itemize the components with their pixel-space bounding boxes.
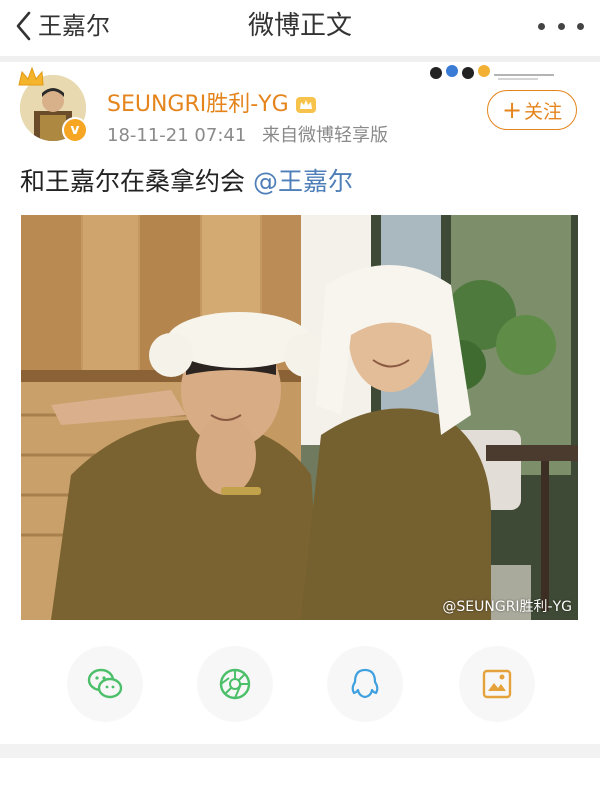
follow-button[interactable]: + 关注 (487, 90, 577, 130)
decorative-sticker-icon (430, 65, 554, 80)
page-title: 微博正文 (247, 11, 352, 41)
share-moments-button[interactable] (197, 646, 273, 722)
follow-label: 关注 (524, 100, 563, 123)
more-dot-icon (577, 22, 584, 30)
qq-icon (351, 668, 379, 699)
vip-crown-icon (295, 97, 316, 113)
photo-watermark: @SEUNGRI胜利-YG (442, 599, 572, 615)
more-options-button[interactable] (538, 12, 584, 40)
share-row (0, 646, 600, 722)
post-text-body: 和王嘉尔在桑拿约会 (20, 167, 246, 196)
share-qq-button[interactable] (327, 646, 403, 722)
wechat-icon (87, 668, 123, 699)
more-dot-icon (538, 22, 545, 30)
verified-badge-icon: v (62, 117, 88, 143)
avatar[interactable]: v (18, 66, 88, 143)
save-image-button[interactable] (459, 646, 535, 722)
moments-icon (219, 668, 251, 700)
post-text: 和王嘉尔在桑拿约会 @王嘉尔 (20, 167, 353, 197)
username-row[interactable]: SEUNGRI胜利-YG (107, 92, 317, 118)
post-photo[interactable]: @SEUNGRI胜利-YG (21, 215, 578, 620)
share-wechat-button[interactable] (67, 646, 143, 722)
crown-icon (18, 66, 44, 86)
mention-link[interactable]: @王嘉尔 (253, 167, 353, 196)
username[interactable]: SEUNGRI胜利-YG (107, 92, 289, 118)
photo-image (21, 215, 578, 620)
bottom-divider (0, 744, 600, 758)
more-dot-icon (557, 22, 565, 30)
top-nav-bar: 王嘉尔 微博正文 (0, 0, 600, 56)
plus-icon: + (501, 96, 523, 124)
post-meta: 18-11-21 07:41 来自微博轻享版 (107, 124, 388, 148)
post-time: 18-11-21 07:41 (107, 125, 247, 146)
post-source: 来自微博轻享版 (262, 125, 389, 146)
save-image-icon (482, 669, 512, 699)
